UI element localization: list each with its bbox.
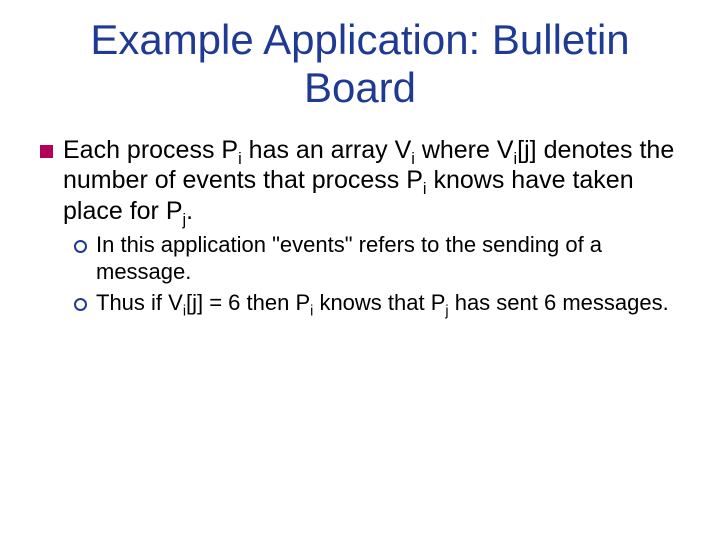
- text-fragment: knows that P: [313, 290, 445, 315]
- bullet-level2: Thus if Vi[j] = 6 then Pi knows that Pj …: [74, 290, 680, 317]
- square-bullet-icon: [40, 145, 53, 158]
- text-fragment: Thus if V: [96, 290, 183, 315]
- text-fragment: has an array V: [242, 136, 412, 164]
- circle-bullet-icon: [74, 240, 87, 253]
- slide-body: Each process Pi has an array Vi where Vi…: [40, 135, 680, 317]
- text-fragment: has sent 6 messages.: [449, 290, 669, 315]
- bullet-text: In this application "events" refers to t…: [96, 232, 680, 286]
- bullet-level2: In this application "events" refers to t…: [74, 232, 680, 286]
- bullet-level1: Each process Pi has an array Vi where Vi…: [40, 135, 680, 227]
- text-fragment: where V: [415, 136, 514, 164]
- text-fragment: .: [186, 197, 193, 225]
- bullet-text: Each process Pi has an array Vi where Vi…: [63, 135, 680, 227]
- text-fragment: [j] = 6 then P: [186, 290, 310, 315]
- circle-bullet-icon: [74, 298, 87, 311]
- bullet-text: Thus if Vi[j] = 6 then Pi knows that Pj …: [96, 290, 680, 317]
- text-fragment: Each process P: [63, 136, 238, 164]
- slide: Example Application: Bulletin Board Each…: [0, 0, 720, 540]
- slide-title: Example Application: Bulletin Board: [40, 16, 680, 113]
